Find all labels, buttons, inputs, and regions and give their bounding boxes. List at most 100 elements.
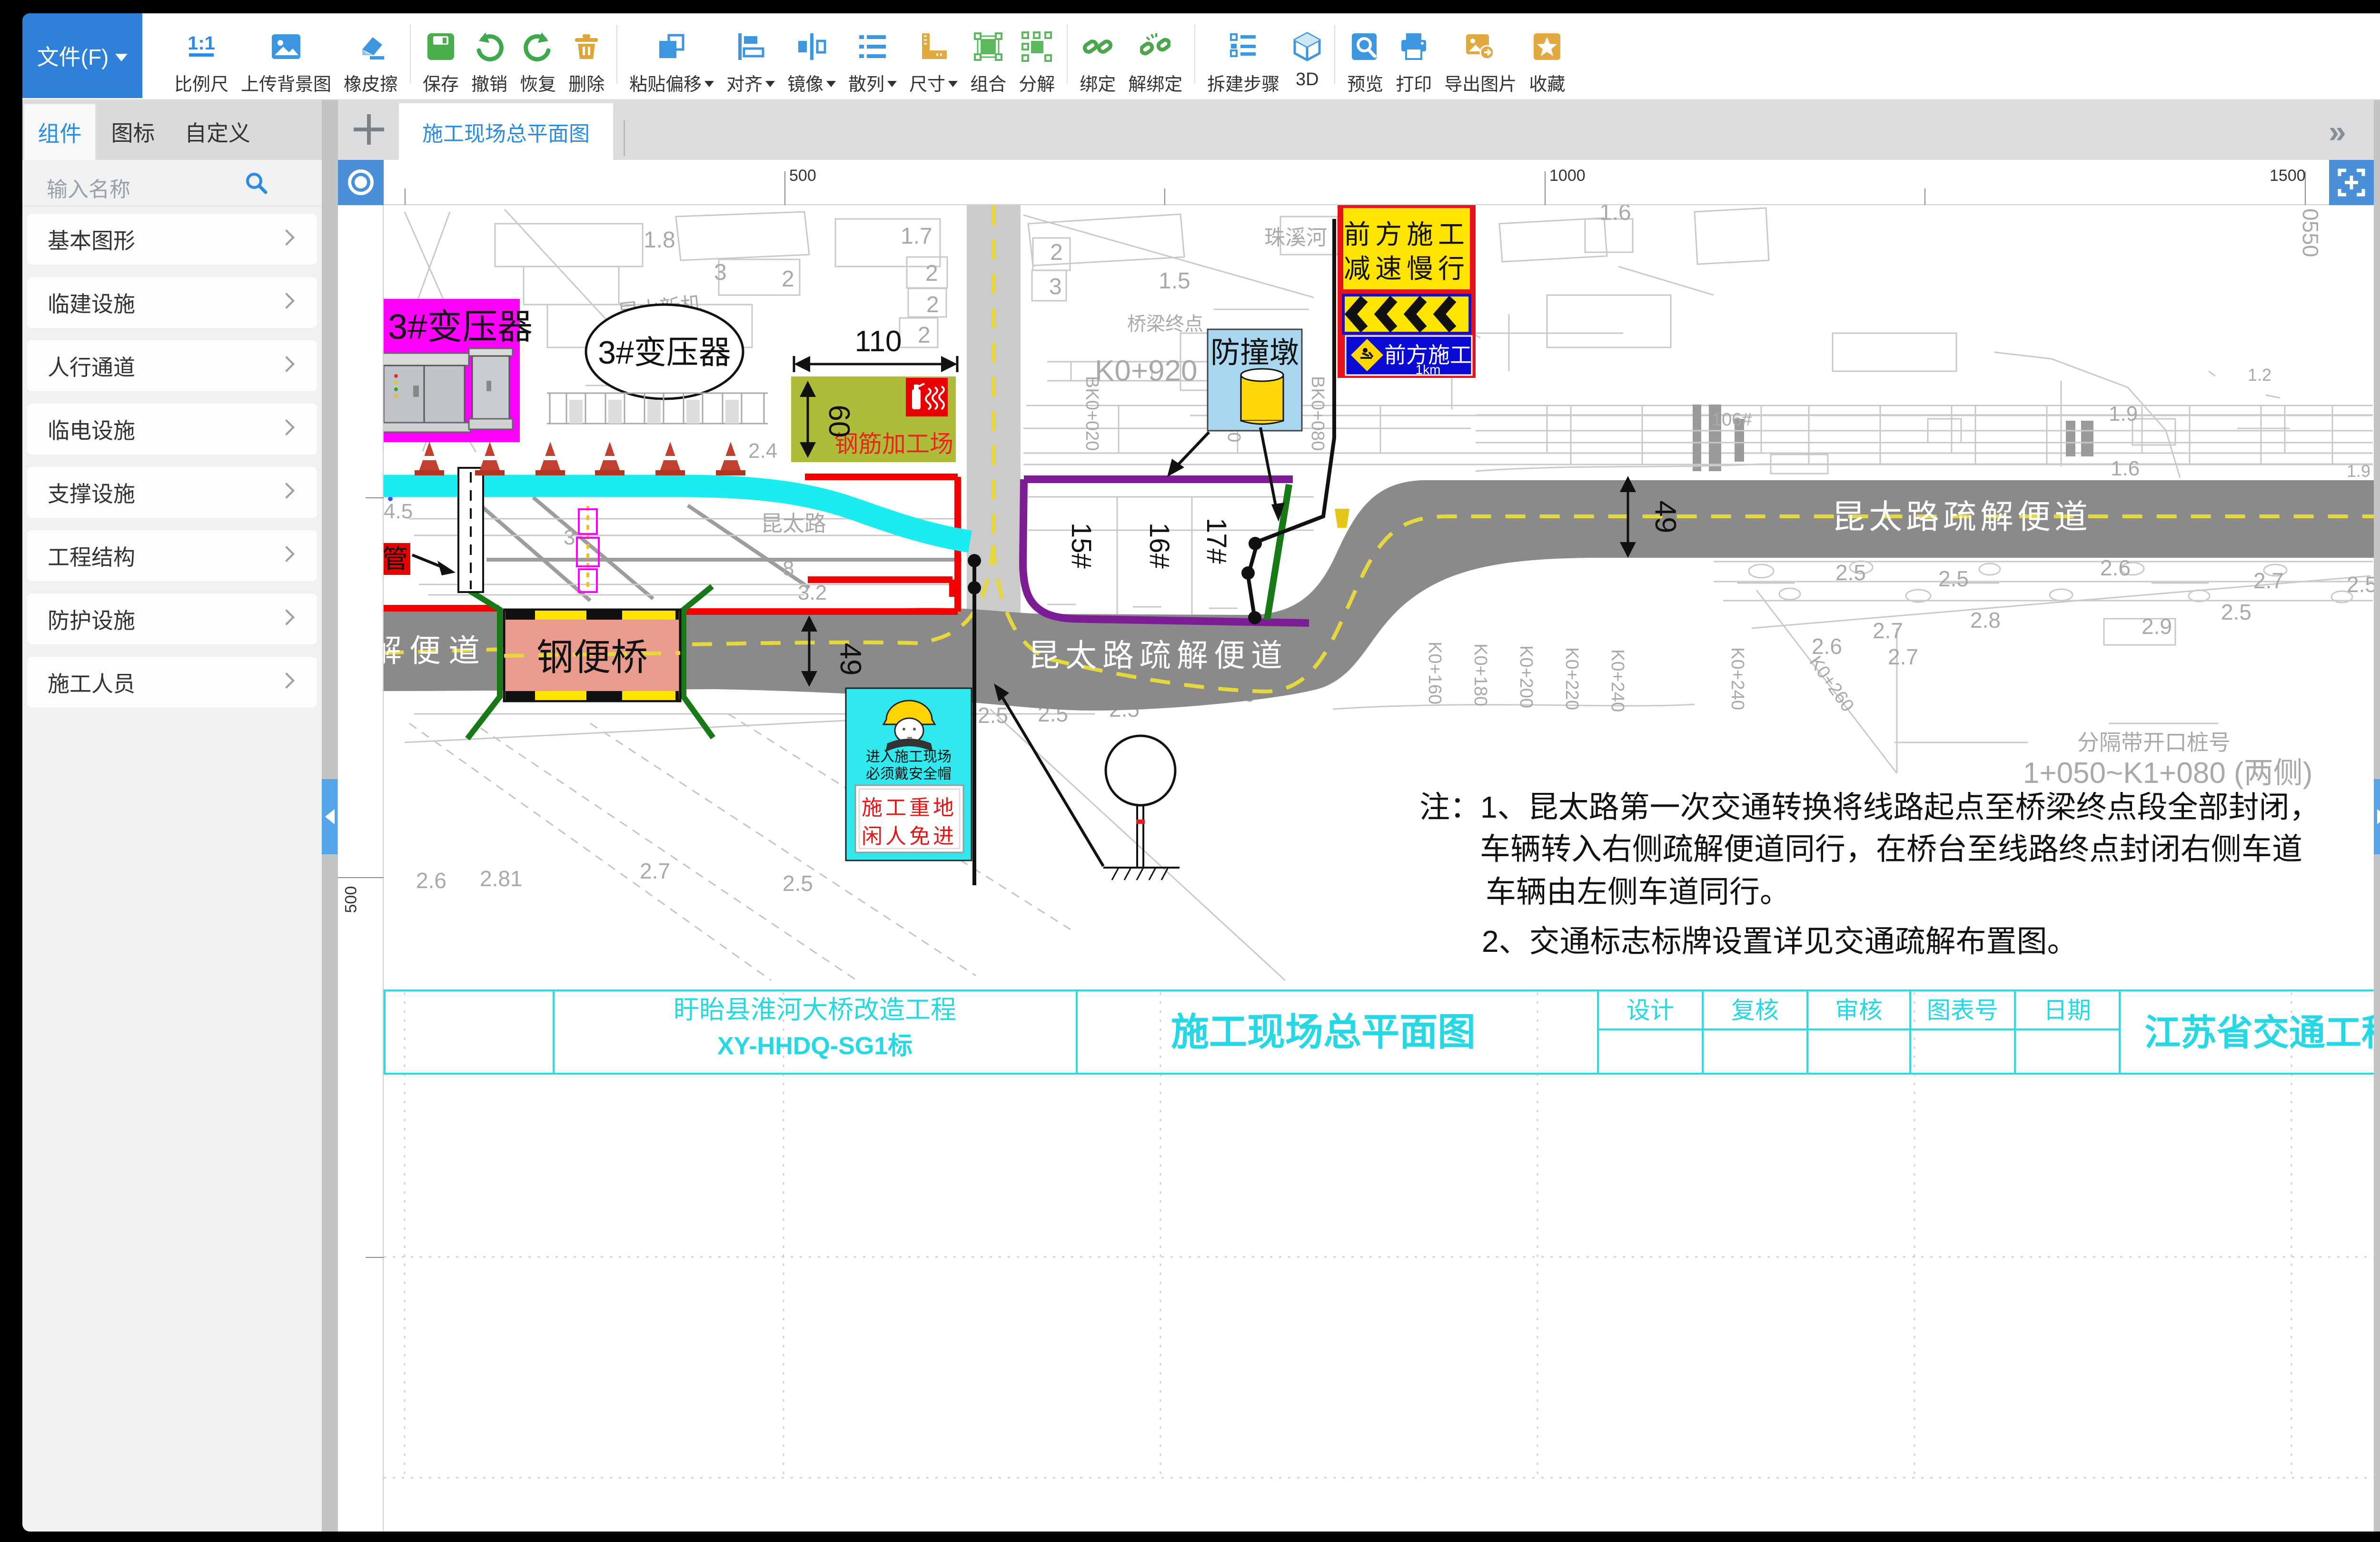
sidebar-item-4[interactable]: 支撑设施 <box>27 467 317 518</box>
sidebar-item-6[interactable]: 防护设施 <box>27 593 317 644</box>
sidebar-item-1[interactable]: 临建设施 <box>27 277 317 328</box>
spot-elevation: 2.5 <box>1938 566 1969 591</box>
worker-text-2: 必须戴安全帽 <box>866 766 952 782</box>
expand-tabs-icon[interactable]: » <box>2329 113 2337 149</box>
new-tab-button[interactable] <box>354 114 384 145</box>
toolbar-scale-button[interactable]: 1:1 比例尺 <box>168 13 235 98</box>
title-drawing-name: 施工现场总平面图 <box>1171 1011 1476 1053</box>
road-edge-marker <box>1335 509 1349 528</box>
toolbar-separator <box>410 25 411 84</box>
sidebar-item-7[interactable]: 施工人员 <box>27 657 317 708</box>
file-menu-label: 文件(F) <box>37 40 109 71</box>
sign-1km: 前方施工 1km <box>1346 336 1472 377</box>
toolbar-print-button[interactable]: 打印 <box>1389 13 1438 98</box>
undo-icon <box>474 28 505 66</box>
toolbar-scatter-button[interactable]: 散列 <box>842 13 903 98</box>
spot-elevation: 2.5 <box>2221 600 2251 624</box>
toolbar-preview-button[interactable]: 预览 <box>1341 13 1389 98</box>
spot-elevation: 2 <box>782 267 794 292</box>
toolbar-unbind-button[interactable]: 解绑定 <box>1122 13 1189 98</box>
spot-elevation: 1.9 <box>2347 461 2370 481</box>
pipe-label: 管 <box>384 545 408 573</box>
fit-to-screen-button[interactable] <box>2329 160 2374 205</box>
horizontal-ruler[interactable]: 500 1000 1500 <box>384 160 2374 205</box>
chevron-right-icon <box>2377 809 2380 824</box>
toolbar-favorite-button[interactable]: 收藏 <box>1523 13 1571 98</box>
toolbar-upload-bg-button[interactable]: 上传背景图 <box>235 13 337 98</box>
eraser-icon <box>356 28 386 66</box>
tab-components[interactable]: 组件 <box>23 103 96 160</box>
toolbar-steps-button[interactable]: 拆建步骤 <box>1201 13 1286 98</box>
tab-custom[interactable]: 自定义 <box>170 103 265 160</box>
toolbar-mirror-button[interactable]: 镜像 <box>781 13 842 98</box>
tab-document[interactable]: 施工现场总平面图 <box>399 103 613 160</box>
transformer-ellipse-label: 3#变压器 <box>598 335 731 371</box>
toolbar-dimension-button[interactable]: 尺寸 <box>903 13 964 98</box>
site-plan-drawing[interactable]: 昆山新机机械厂桥梁终点K0+920珠溪河昆太路BK0+020BK0+040BK0… <box>384 205 2374 1532</box>
sidebar-item-0[interactable]: 基本图形 <box>27 214 317 265</box>
toolbar-bind-button[interactable]: 绑定 <box>1073 13 1122 98</box>
toolbar-paste-offset-button[interactable]: 粘贴偏移 <box>623 13 720 98</box>
spot-elevation: 2.5 <box>978 703 1008 728</box>
toolbar-ungroup-button[interactable]: 分解 <box>1012 13 1061 98</box>
road-label-mid: 昆太路疏解便道 <box>1028 638 1288 673</box>
toolbar-separator <box>1067 25 1068 84</box>
toolbar-separator <box>616 25 617 84</box>
cube-icon <box>1292 28 1322 66</box>
spot-elevation: 3.2 <box>798 581 827 604</box>
spot-elevation: 2.8 <box>1970 608 2001 633</box>
toolbar-item-label: 删除 <box>568 69 605 96</box>
toolbar-item-label: 3D <box>1296 69 1319 90</box>
transformer-box-label: 3#变压器 <box>388 307 533 346</box>
toolbar-item-label: 打印 <box>1396 69 1432 96</box>
cad-bg-label: K0+240 <box>1607 649 1627 712</box>
toolbar-group-button[interactable]: 组合 <box>964 13 1012 98</box>
pier-16: 16# <box>1144 523 1175 569</box>
tab-icons[interactable]: 图标 <box>96 103 170 160</box>
sidebar-item-5[interactable]: 工程结构 <box>27 530 317 581</box>
ruler-origin-button[interactable] <box>338 160 384 205</box>
ruler-label: 500 <box>342 894 361 913</box>
sidebar-item-2[interactable]: 人行通道 <box>27 340 317 391</box>
title-project: 盱眙县淮河大桥改造工程 <box>674 996 956 1024</box>
toolbar-align-button[interactable]: 对齐 <box>720 13 781 98</box>
note-line-4: 2、交通标志标牌设置详见交通疏解布置图。 <box>1482 924 2078 959</box>
sidebar-item-3[interactable]: 临电设施 <box>27 404 317 455</box>
transformer-cabinet-large <box>384 353 470 432</box>
toolbar-save-button[interactable]: 保存 <box>416 13 465 98</box>
collapse-left-handle[interactable] <box>322 779 337 854</box>
worker-text-1: 进入施工现场 <box>866 749 952 765</box>
note-line-2: 车辆转入右侧疏解便道同行，在桥台至线路终点封闭右侧车道 <box>1480 832 2302 866</box>
spot-elevation: 1.8 <box>644 227 675 253</box>
toolbar-redo-button[interactable]: 恢复 <box>514 13 562 98</box>
bridge-label: 钢便桥 <box>536 636 648 678</box>
cad-bg-label: 106# <box>1712 410 1752 430</box>
toolbar-export-image-button[interactable]: 导出图片 <box>1438 13 1523 98</box>
sign-yellow-line1: 前方施工 <box>1344 219 1469 249</box>
chevron-right-icon <box>278 419 295 435</box>
toolbar-eraser-button[interactable]: 橡皮擦 <box>337 13 404 98</box>
search-icon[interactable] <box>244 170 268 198</box>
file-menu-button[interactable]: 文件(F) <box>22 13 142 98</box>
group-icon <box>973 28 1003 66</box>
steps-list-icon <box>1228 28 1259 66</box>
sidebar-tabstrip: 组件 图标 自定义 <box>22 100 322 160</box>
cad-bg-label: K0+220 <box>1562 647 1582 710</box>
scale-1-1-icon: 1:1 <box>186 28 217 66</box>
toolbar-delete-button[interactable]: 删除 <box>562 13 611 98</box>
spot-elevation: 2.6 <box>1812 634 1842 659</box>
toolbar-undo-button[interactable]: 撤销 <box>465 13 514 98</box>
toolbar-item-label: 粘贴偏移 <box>629 69 714 96</box>
spot-elevation: 3 <box>564 526 575 549</box>
sidebar-item-label: 临建设施 <box>48 287 135 318</box>
sign-1km-sub: 1km <box>1416 362 1441 377</box>
cad-bg-label: K0+260 <box>1805 652 1858 715</box>
vertical-ruler[interactable]: 500 <box>338 205 384 1532</box>
collapse-right-handle[interactable] <box>2374 779 2380 854</box>
toolbar-item-label: 散列 <box>848 69 897 96</box>
component-search[interactable]: 输入名称 <box>22 160 322 207</box>
transformer-ellipse: 3#变压器 <box>586 305 743 399</box>
title-col-review: 审核 <box>1835 997 1883 1024</box>
printer-icon <box>1398 28 1429 66</box>
toolbar-3d-button[interactable]: 3D <box>1286 13 1329 98</box>
